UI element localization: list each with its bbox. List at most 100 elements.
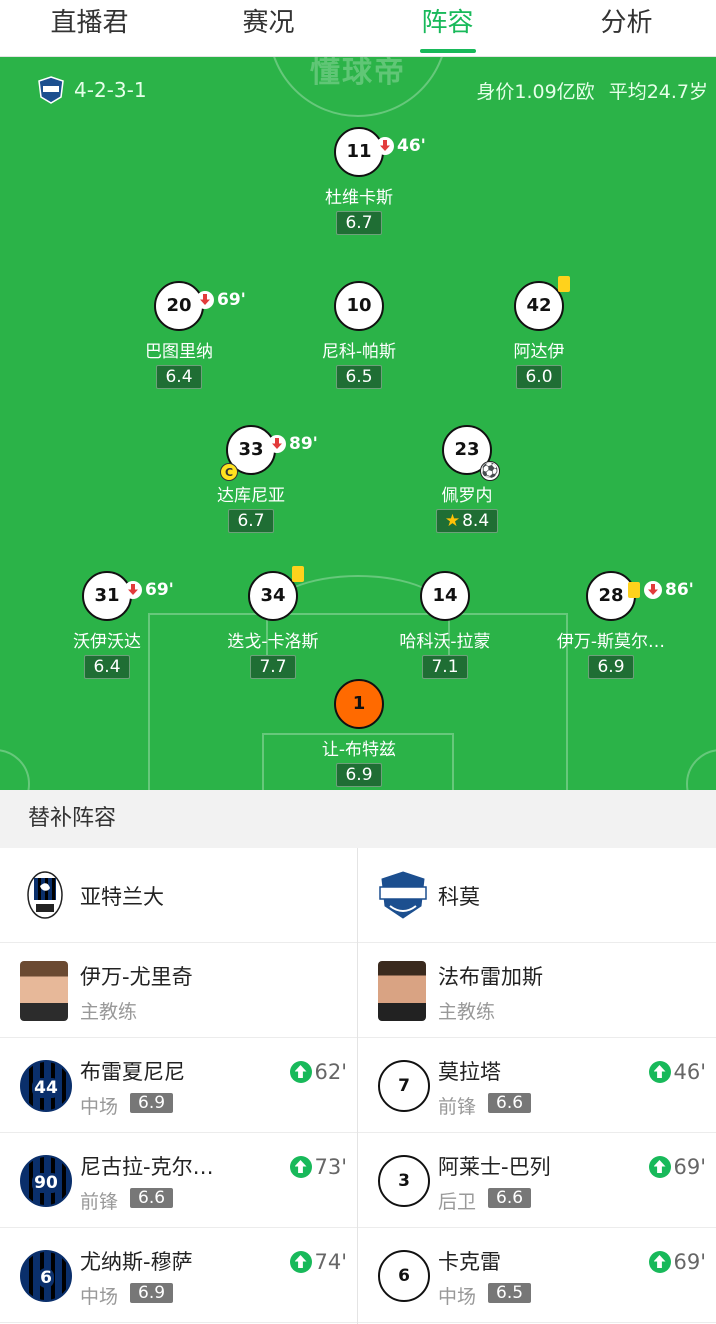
player-card[interactable]: 14 哈科沃-拉蒙 7.1 bbox=[370, 571, 520, 679]
average-age: 平均24.7岁 bbox=[608, 81, 708, 103]
jersey-number: 23 ⚽ bbox=[442, 425, 500, 481]
player-position: 前锋 bbox=[80, 1191, 119, 1213]
sub-out-badge: 46' bbox=[376, 123, 426, 169]
sub-out-icon bbox=[196, 291, 214, 309]
player-name: 莫拉塔 bbox=[438, 1060, 501, 1084]
player-card[interactable]: 28 86' 伊万-斯莫尔… 6.9 bbox=[536, 571, 694, 679]
sub-player-row[interactable]: 7 莫拉塔 前锋 6.6 46' bbox=[358, 1038, 716, 1133]
player-rating: 6.7 bbox=[228, 509, 274, 533]
sub-in-badge: 69' bbox=[648, 1250, 706, 1274]
coach-row[interactable]: 法布雷加斯 主教练 bbox=[358, 943, 716, 1038]
jersey-number: 28 86' bbox=[586, 571, 694, 621]
jersey-number: 20 69' bbox=[154, 281, 246, 331]
sub-in-icon bbox=[289, 1156, 312, 1178]
player-card[interactable]: 10 尼科-帕斯 6.5 bbox=[284, 281, 434, 389]
coach-role: 主教练 bbox=[80, 1001, 138, 1023]
coach-role: 主教练 bbox=[438, 1001, 496, 1023]
jersey-avatar: 3 bbox=[378, 1155, 430, 1207]
team-name: 科莫 bbox=[438, 885, 480, 909]
sub-out-icon bbox=[268, 435, 286, 453]
team-row[interactable]: 科莫 bbox=[358, 848, 716, 943]
sub-out-icon bbox=[124, 581, 142, 599]
player-position: 中场 bbox=[80, 1286, 119, 1308]
sub-player-row[interactable]: 6 卡克雷 中场 6.5 69' bbox=[358, 1228, 716, 1323]
tab-label: 直播君 bbox=[50, 8, 129, 38]
sub-in-badge: 73' bbox=[289, 1155, 347, 1179]
formation-info: 4-2-3-1 bbox=[36, 75, 147, 105]
atalanta-crest-icon bbox=[27, 871, 63, 919]
player-card[interactable]: 31 69' 沃伊沃达 6.4 bbox=[32, 571, 182, 679]
corner-arc bbox=[0, 749, 30, 790]
player-card[interactable]: 34 迭戈-卡洛斯 7.7 bbox=[198, 566, 348, 679]
captain-icon: C bbox=[220, 463, 238, 481]
jersey-number: 33 89' C bbox=[220, 425, 318, 481]
jersey-avatar: 44 bbox=[20, 1060, 72, 1112]
sub-out-icon bbox=[376, 137, 394, 155]
sub-in-icon bbox=[648, 1061, 671, 1083]
sub-player-row[interactable]: 3 阿莱士-巴列 后卫 6.6 69' bbox=[358, 1133, 716, 1228]
player-rating: 6.4 bbox=[156, 365, 202, 389]
tab-live[interactable]: 直播君 bbox=[0, 0, 179, 56]
coach-row[interactable]: 伊万-尤里奇 主教练 bbox=[0, 943, 357, 1038]
sub-out-badge: 86' bbox=[628, 567, 694, 613]
yellow-card-icon bbox=[292, 566, 304, 582]
player-name: 布雷夏尼尼 bbox=[80, 1060, 185, 1084]
player-rating: 6.6 bbox=[488, 1188, 532, 1208]
tab-bar: 直播君 赛况 阵容 分析 bbox=[0, 0, 716, 57]
formation-text: 4-2-3-1 bbox=[74, 78, 147, 102]
player-rating: 6.7 bbox=[336, 211, 382, 235]
sub-player-row[interactable]: 90 尼古拉-克尔… 前锋 6.6 73' bbox=[0, 1133, 357, 1228]
active-tab-indicator bbox=[419, 49, 476, 53]
player-rating: 7.1 bbox=[422, 655, 468, 679]
player-position: 后卫 bbox=[438, 1191, 477, 1213]
player-card[interactable]: 11 46' 杜维卡斯 6.7 bbox=[284, 127, 434, 235]
player-name: 杜维卡斯 bbox=[325, 188, 393, 208]
player-rating: 6.9 bbox=[130, 1283, 174, 1303]
coach-name: 伊万-尤里奇 bbox=[80, 965, 193, 989]
coach-avatar bbox=[378, 961, 426, 1021]
player-rating: 6.9 bbox=[130, 1093, 174, 1113]
sub-in-badge: 74' bbox=[289, 1250, 347, 1274]
jersey-number: 14 bbox=[420, 571, 470, 621]
jersey-avatar: 6 bbox=[20, 1250, 72, 1302]
jersey-number: 34 bbox=[248, 566, 304, 621]
sub-in-icon bbox=[648, 1251, 671, 1273]
team-row[interactable]: 亚特兰大 bbox=[0, 848, 357, 943]
player-card[interactable]: 33 89' C 达库尼亚 6.7 bbox=[176, 425, 326, 533]
player-name: 哈科沃-拉蒙 bbox=[399, 632, 491, 652]
player-card[interactable]: 20 69' 巴图里纳 6.4 bbox=[104, 281, 254, 389]
player-card[interactable]: 42 阿达伊 6.0 bbox=[464, 276, 614, 389]
jersey-number: 31 69' bbox=[82, 571, 174, 621]
star-icon: ★ bbox=[444, 511, 461, 531]
player-rating: 7.7 bbox=[250, 655, 296, 679]
player-rating: 6.5 bbox=[488, 1283, 532, 1303]
player-rating: 6.6 bbox=[488, 1093, 532, 1113]
goal-ball-icon: ⚽ bbox=[480, 461, 500, 481]
jersey-number: 10 bbox=[334, 281, 384, 331]
sub-player-row[interactable]: 44 布雷夏尼尼 中场 6.9 62' bbox=[0, 1038, 357, 1133]
sub-player-row[interactable]: 6 尤纳斯-穆萨 中场 6.9 74' bbox=[0, 1228, 357, 1323]
player-rating: 6.9 bbox=[336, 763, 382, 787]
player-card-goalkeeper[interactable]: 1 让-布特兹 6.9 bbox=[284, 679, 434, 787]
sub-in-badge: 46' bbox=[648, 1060, 706, 1084]
yellow-card-icon bbox=[558, 276, 570, 292]
player-rating: 6.4 bbox=[84, 655, 130, 679]
sub-out-badge: 69' bbox=[124, 567, 174, 613]
tab-match-status[interactable]: 赛况 bbox=[179, 0, 358, 56]
squad-value-info: 身价1.09亿欧 平均24.7岁 bbox=[462, 77, 708, 104]
sub-out-icon bbox=[644, 581, 662, 599]
sub-in-badge: 69' bbox=[648, 1155, 706, 1179]
sub-in-icon bbox=[289, 1251, 312, 1273]
tab-lineup[interactable]: 阵容 bbox=[358, 0, 537, 56]
player-name: 尤纳斯-穆萨 bbox=[80, 1250, 193, 1274]
coach-name: 法布雷加斯 bbox=[438, 965, 543, 989]
player-name: 伊万-斯莫尔… bbox=[556, 632, 666, 652]
tab-analysis[interactable]: 分析 bbox=[537, 0, 716, 56]
corner-arc bbox=[686, 749, 716, 790]
player-rating-best: ★ 8.4 bbox=[435, 509, 499, 533]
substitutes-header: 替补阵容 bbox=[0, 790, 716, 848]
player-name: 让-布特兹 bbox=[321, 740, 397, 760]
player-name: 佩罗内 bbox=[441, 486, 493, 506]
player-card[interactable]: 23 ⚽ 佩罗内 ★ 8.4 bbox=[392, 425, 542, 533]
jersey-number: 42 bbox=[514, 276, 570, 331]
